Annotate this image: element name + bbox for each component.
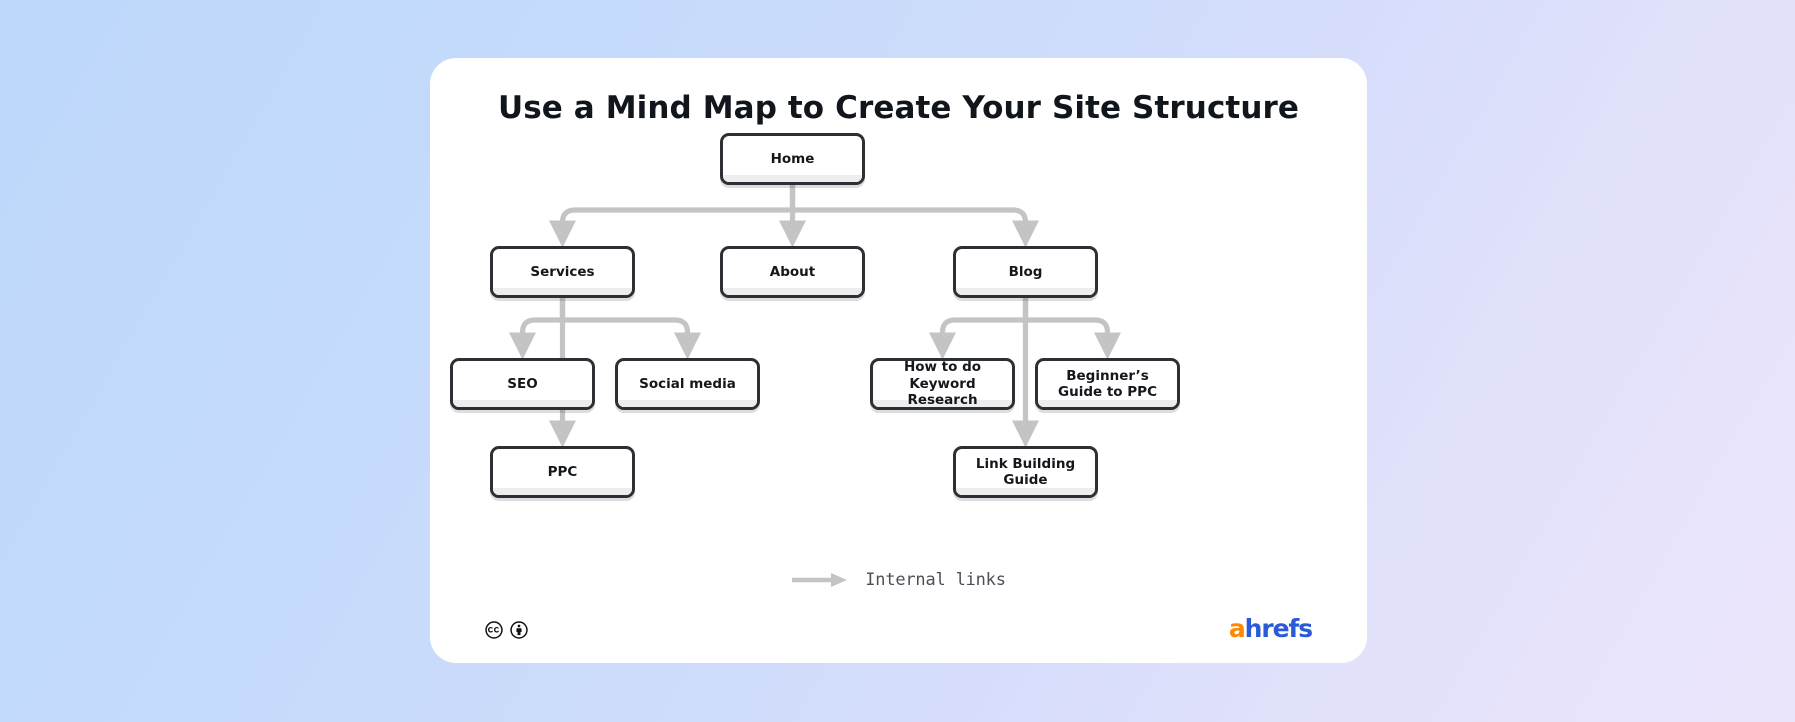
edge-services-seo bbox=[508, 298, 566, 360]
ahrefs-logo: ahrefs bbox=[1228, 614, 1313, 643]
node-link-building-guide[interactable]: Link Building Guide bbox=[953, 446, 1098, 498]
node-social-media[interactable]: Social media bbox=[615, 358, 760, 410]
legend-label: Internal links bbox=[865, 570, 1006, 590]
license-icons bbox=[485, 621, 528, 639]
info-card: Use a Mind Map to Create Your Site Struc… bbox=[430, 58, 1367, 663]
node-about[interactable]: About bbox=[720, 246, 865, 298]
node-label: Services bbox=[530, 263, 595, 280]
node-label: SEO bbox=[507, 375, 538, 392]
legend: Internal links bbox=[430, 570, 1367, 590]
node-blog[interactable]: Blog bbox=[953, 246, 1098, 298]
node-label: Social media bbox=[639, 375, 736, 392]
node-label: Beginner’s Guide to PPC bbox=[1058, 367, 1157, 400]
node-services[interactable]: Services bbox=[490, 246, 635, 298]
edge-services-social bbox=[559, 298, 702, 360]
creative-commons-by-icon bbox=[510, 621, 528, 639]
creative-commons-icon bbox=[485, 621, 503, 639]
node-ppc[interactable]: PPC bbox=[490, 446, 635, 498]
right-arrow-icon bbox=[792, 573, 848, 587]
edge-blog-keyword bbox=[928, 298, 1029, 360]
logo-accent-letter: a bbox=[1228, 614, 1246, 643]
node-keyword-research[interactable]: How to do Keyword Research bbox=[870, 358, 1015, 410]
node-seo[interactable]: SEO bbox=[450, 358, 595, 410]
logo-text: hrefs bbox=[1244, 614, 1313, 643]
node-home[interactable]: Home bbox=[720, 133, 865, 185]
node-label: PPC bbox=[547, 463, 578, 480]
node-label: About bbox=[769, 263, 816, 280]
node-beginners-guide-ppc[interactable]: Beginner’s Guide to PPC bbox=[1035, 358, 1180, 410]
node-label: Link Building Guide bbox=[975, 455, 1076, 488]
edge-home-blog bbox=[789, 185, 1040, 248]
node-label: Blog bbox=[1008, 263, 1043, 280]
node-label: Home bbox=[770, 150, 815, 167]
edge-home-services bbox=[548, 185, 796, 248]
node-label: How to do Keyword Research bbox=[903, 359, 982, 409]
edge-blog-ppcguide bbox=[1022, 298, 1122, 360]
